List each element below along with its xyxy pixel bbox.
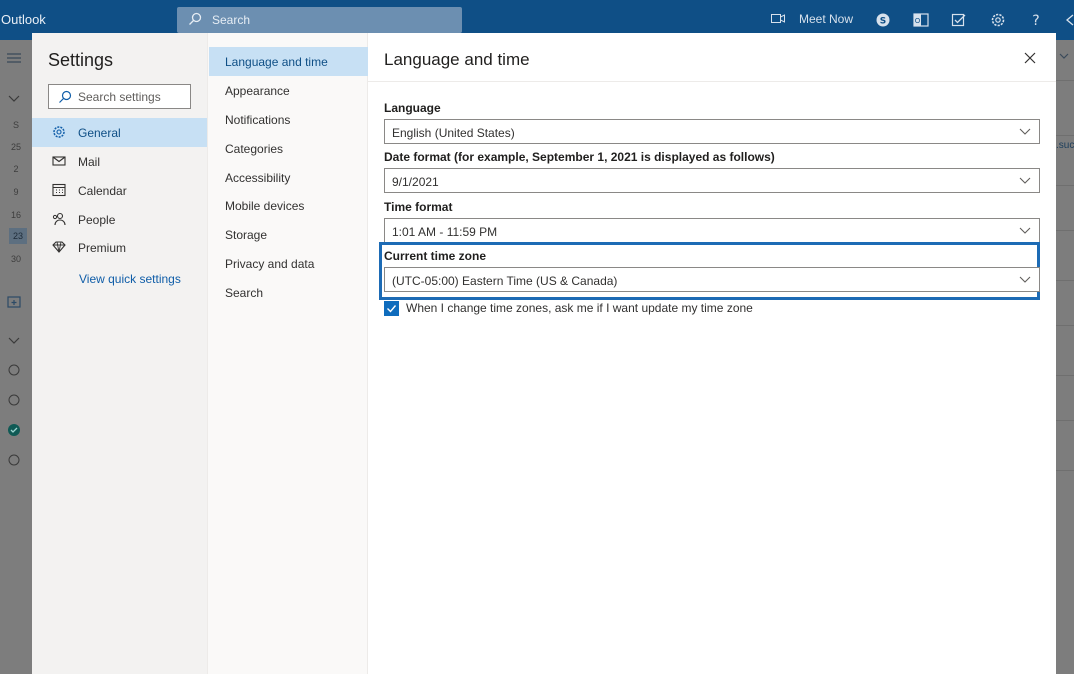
mail-icon	[52, 156, 66, 166]
date-format-label: Date format (for example, September 1, 2…	[384, 150, 775, 164]
language-dropdown[interactable]: English (United States)	[384, 119, 1040, 144]
check-circle-icon	[8, 424, 20, 436]
time-format-value: 1:01 AM - 11:59 PM	[392, 225, 498, 239]
calendar-icon	[52, 183, 66, 197]
subcategory-label: Accessibility	[225, 171, 291, 185]
calendar-day: 25	[10, 142, 21, 152]
category-label: General	[78, 126, 121, 140]
video-icon	[771, 14, 785, 23]
skype-icon[interactable]: S	[875, 12, 891, 28]
date-format-value: 9/1/2021	[392, 175, 439, 189]
global-search-box[interactable]: Search	[177, 7, 462, 33]
subcategory-label: Categories	[225, 142, 284, 156]
svg-text:?: ?	[1032, 13, 1039, 28]
time-zone-dropdown[interactable]: (UTC-05:00) Eastern Time (US & Canada)	[384, 267, 1040, 292]
language-label: Language	[384, 101, 441, 115]
settings-category-pane: Settings Search settings General Mail Ca…	[32, 33, 207, 674]
subcategory-search[interactable]: Search	[209, 278, 368, 307]
subcategory-notifications[interactable]: Notifications	[209, 105, 368, 134]
header-divider	[368, 81, 1056, 82]
language-value: English (United States)	[392, 126, 515, 140]
settings-dialog: Settings Search settings General Mail Ca…	[32, 33, 1056, 674]
search-icon	[189, 12, 202, 25]
time-format-label: Time format	[384, 200, 453, 214]
chevron-down-icon	[1059, 53, 1069, 59]
category-calendar[interactable]: Calendar	[32, 176, 207, 205]
subcategory-label: Privacy and data	[225, 257, 315, 271]
chevron-down-icon	[1019, 177, 1031, 184]
calendar-add-icon	[7, 296, 21, 308]
search-settings-placeholder: Search settings	[78, 90, 161, 104]
message-list-edge: .suc ills	[1056, 40, 1074, 674]
category-people[interactable]: People	[32, 205, 207, 234]
subcategory-privacy-and-data[interactable]: Privacy and data	[209, 249, 368, 278]
app-name[interactable]: Outlook	[1, 12, 46, 27]
hamburger-icon	[7, 53, 21, 63]
subcategory-label: Appearance	[225, 84, 290, 98]
checkmark-icon	[387, 305, 397, 313]
office-icon[interactable]: O	[913, 12, 929, 28]
mini-calendar-strip: S 25 2 9 16 23 30	[0, 40, 32, 674]
search-settings-input[interactable]: Search settings	[48, 84, 191, 109]
time-format-dropdown[interactable]: 1:01 AM - 11:59 PM	[384, 218, 1040, 243]
category-premium[interactable]: Premium	[32, 233, 207, 262]
svg-text:S: S	[880, 17, 886, 27]
subcategory-accessibility[interactable]: Accessibility	[209, 163, 368, 192]
message-snippet: .suc ills	[1056, 140, 1074, 151]
chevron-down-icon	[1019, 276, 1031, 283]
search-icon	[59, 90, 72, 103]
settings-detail-pane: Language and time Language English (Unit…	[368, 33, 1056, 674]
category-label: Premium	[78, 241, 127, 255]
calendar-day: 2	[13, 164, 19, 174]
subcategory-label: Search	[225, 286, 264, 300]
chevron-down-icon	[1019, 227, 1031, 234]
gear-icon[interactable]	[990, 12, 1006, 28]
ask-timezone-checkbox[interactable]	[384, 301, 399, 316]
circle-icon	[8, 394, 20, 406]
feedback-icon[interactable]	[1064, 12, 1074, 28]
time-zone-value: (UTC-05:00) Eastern Time (US & Canada)	[392, 274, 618, 288]
circle-icon	[8, 454, 20, 466]
subcategory-label: Language and time	[225, 55, 328, 69]
subcategory-storage[interactable]: Storage	[209, 220, 368, 249]
category-label: Calendar	[78, 184, 127, 198]
subcategory-appearance[interactable]: Appearance	[209, 76, 368, 105]
meet-now-label: Meet Now	[799, 12, 854, 26]
chevron-down-icon	[8, 95, 20, 102]
time-zone-label: Current time zone	[384, 249, 487, 263]
gear-icon	[53, 126, 65, 138]
ask-timezone-label[interactable]: When I change time zones, ask me if I wa…	[406, 301, 753, 315]
calendar-day: 30	[10, 254, 21, 264]
subcategory-mobile-devices[interactable]: Mobile devices	[209, 191, 368, 220]
settings-subcategory-pane: Language and time Appearance Notificatio…	[207, 33, 368, 674]
help-icon[interactable]: ?	[1028, 12, 1044, 28]
global-search-placeholder: Search	[212, 13, 251, 27]
chevron-down-icon	[1019, 128, 1031, 135]
category-label: Mail	[78, 155, 101, 169]
date-format-dropdown[interactable]: 9/1/2021	[384, 168, 1040, 193]
chevron-down-icon	[8, 337, 20, 344]
subcategory-label: Storage	[225, 228, 268, 242]
calendar-day: 16	[10, 210, 21, 220]
category-label: People	[78, 213, 116, 227]
people-icon	[52, 212, 66, 226]
svg-text:O: O	[915, 17, 921, 25]
settings-title: Settings	[48, 50, 114, 70]
subcategory-categories[interactable]: Categories	[209, 134, 368, 163]
close-icon[interactable]	[1022, 50, 1038, 66]
calendar-day: 9	[13, 187, 19, 197]
subcategory-label: Mobile devices	[225, 199, 305, 213]
circle-icon	[8, 364, 20, 376]
diamond-icon	[52, 241, 66, 253]
category-general[interactable]: General	[32, 118, 207, 147]
view-quick-settings-link[interactable]: View quick settings	[79, 272, 181, 286]
calendar-day-selected: 23	[9, 228, 27, 244]
category-mail[interactable]: Mail	[32, 147, 207, 176]
calendar-day: S	[12, 120, 19, 130]
tasks-icon[interactable]	[951, 12, 967, 28]
subcategory-label: Notifications	[225, 113, 291, 127]
subcategory-language-and-time[interactable]: Language and time	[209, 47, 368, 76]
panel-title: Language and time	[384, 50, 530, 69]
